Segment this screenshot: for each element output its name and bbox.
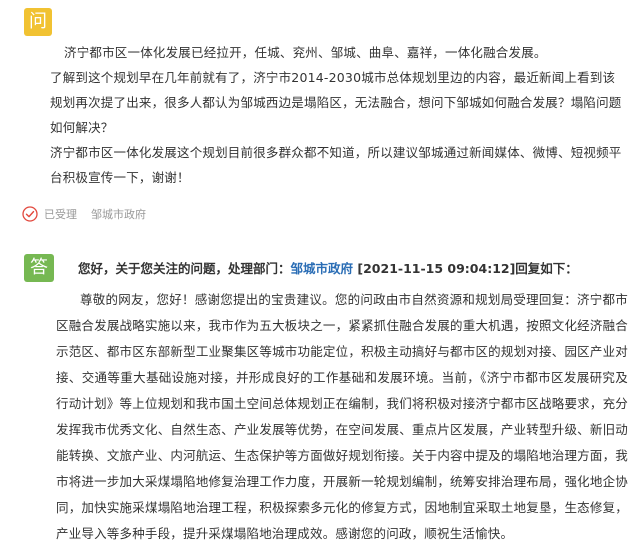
question-badge: 问 xyxy=(24,8,52,36)
answer-header: 您好，关于您关注的问题，处理部门：邹城市政府 [2021-11-15 09:04… xyxy=(78,258,578,277)
question-paragraph-1: 济宁都市区一体化发展已经拉开，任城、兖州、邹城、曲阜、嘉祥，一体化融合发展。 xyxy=(64,45,547,60)
department-link[interactable]: 邹城市政府 xyxy=(291,261,354,276)
status-row: 已受理 邹城市政府 xyxy=(22,206,146,222)
check-circle-icon xyxy=(22,206,38,222)
answer-header-suffix: [2021-11-15 09:04:12]回复如下： xyxy=(353,261,578,276)
question-content: 济宁都市区一体化发展已经拉开，任城、兖州、邹城、曲阜、嘉祥，一体化融合发展。 了… xyxy=(50,40,626,190)
question-paragraph-3: 济宁都市区一体化发展这个规划目前很多群众都不知道，所以建议邹城通过新闻媒体、微博… xyxy=(50,145,622,185)
answer-header-prefix: 您好，关于您关注的问题，处理部门： xyxy=(78,261,291,276)
answer-body: 尊敬的网友，您好！感谢您提出的宝贵建议。您的问政由市自然资源和规划局受理回复：济… xyxy=(56,292,628,541)
status-office: 邹城市政府 xyxy=(91,208,146,221)
status-label: 已受理 xyxy=(44,208,77,221)
answer-content: 尊敬的网友，您好！感谢您提出的宝贵建议。您的问政由市自然资源和规划局受理回复：济… xyxy=(56,287,628,547)
answer-badge: 答 xyxy=(24,254,54,282)
question-paragraph-2: 了解到这个规划早在几年前就有了，济宁市2014-2030城市总体规划里边的内容，… xyxy=(50,70,622,135)
